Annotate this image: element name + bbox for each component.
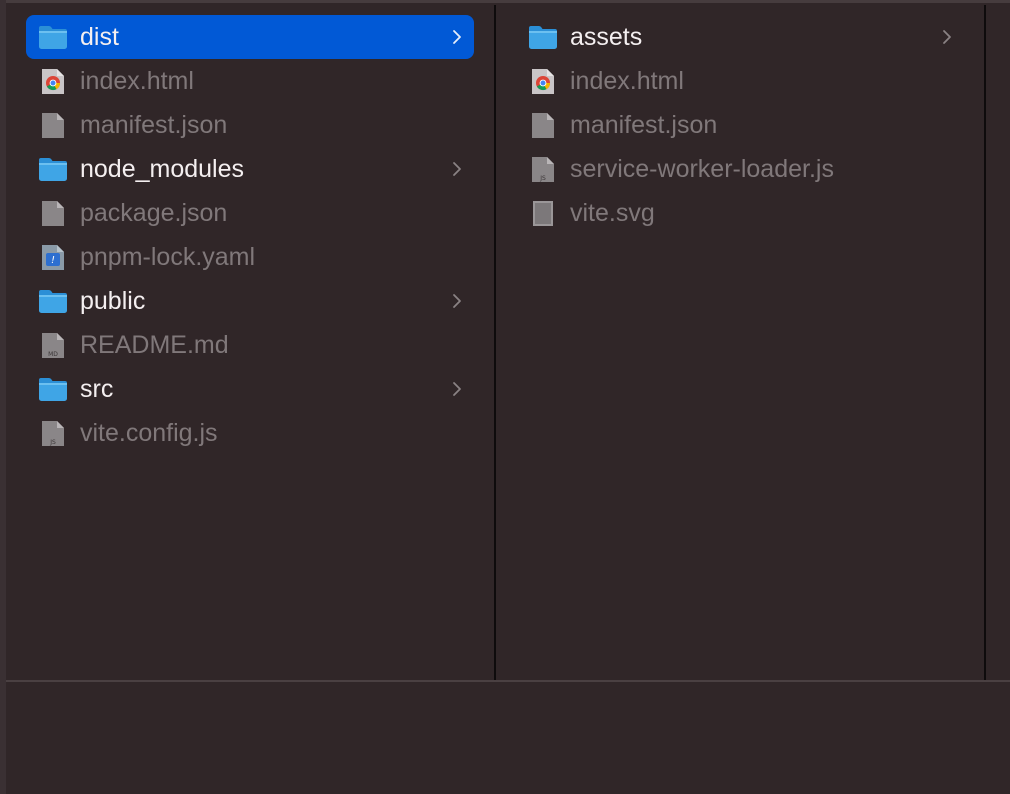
js-file-icon: JS bbox=[38, 419, 68, 447]
item-label: vite.svg bbox=[570, 199, 655, 227]
finder-column-view: dist index.html manifest.json node_modulesp… bbox=[0, 0, 1010, 794]
chrome-html-icon bbox=[38, 67, 68, 95]
folder-icon bbox=[38, 375, 68, 403]
folder-row-assets[interactable]: assets bbox=[516, 15, 964, 59]
item-label: pnpm-lock.yaml bbox=[80, 243, 256, 271]
column-divider[interactable] bbox=[494, 5, 496, 680]
chevron-right-icon[interactable] bbox=[450, 377, 464, 401]
svg-text:JS: JS bbox=[539, 175, 546, 182]
svg-text:JS: JS bbox=[49, 439, 56, 446]
folder-icon bbox=[38, 23, 68, 51]
file-row-vite-config-js[interactable]: JS vite.config.js bbox=[26, 411, 474, 455]
document-icon bbox=[38, 199, 68, 227]
document-icon bbox=[38, 111, 68, 139]
folder-row-public[interactable]: public bbox=[26, 279, 474, 323]
file-row-readme-md[interactable]: MD README.md bbox=[26, 323, 474, 367]
chevron-right-icon[interactable] bbox=[940, 25, 954, 49]
yaml-icon: ! bbox=[38, 243, 68, 271]
item-label: README.md bbox=[80, 331, 229, 359]
chrome-html-icon bbox=[528, 67, 558, 95]
top-divider bbox=[0, 0, 1010, 3]
folder-icon bbox=[38, 155, 68, 183]
markdown-icon: MD bbox=[38, 331, 68, 359]
column-dist[interactable]: assets index.html manifest.json JS service-w… bbox=[516, 15, 964, 235]
document-icon bbox=[528, 111, 558, 139]
left-edge bbox=[0, 0, 6, 794]
folder-icon bbox=[38, 287, 68, 315]
svg-text:!: ! bbox=[51, 255, 55, 266]
item-label: node_modules bbox=[80, 155, 245, 183]
file-row-manifest-json[interactable]: manifest.json bbox=[516, 103, 964, 147]
file-row-manifest-json[interactable]: manifest.json bbox=[26, 103, 474, 147]
item-label: service-worker-loader.js bbox=[570, 155, 834, 183]
folder-row-dist[interactable]: dist bbox=[26, 15, 474, 59]
item-label: dist bbox=[80, 23, 119, 51]
file-row-service-worker-loader-js[interactable]: JS service-worker-loader.js bbox=[516, 147, 964, 191]
item-label: public bbox=[80, 287, 146, 315]
column-divider[interactable] bbox=[984, 5, 986, 680]
chevron-right-icon[interactable] bbox=[450, 25, 464, 49]
file-row-index-html[interactable]: index.html bbox=[516, 59, 964, 103]
chevron-right-icon[interactable] bbox=[450, 289, 464, 313]
folder-row-src[interactable]: src bbox=[26, 367, 474, 411]
js-file-icon: JS bbox=[528, 155, 558, 183]
item-label: index.html bbox=[80, 67, 194, 95]
file-row-pnpm-lock-yaml[interactable]: ! pnpm-lock.yaml bbox=[26, 235, 474, 279]
folder-icon bbox=[528, 23, 558, 51]
item-label: index.html bbox=[570, 67, 684, 95]
item-label: package.json bbox=[80, 199, 228, 227]
file-row-package-json[interactable]: package.json bbox=[26, 191, 474, 235]
horizontal-divider bbox=[6, 680, 1010, 682]
file-row-vite-svg[interactable]: vite.svg bbox=[516, 191, 964, 235]
svg-text:MD: MD bbox=[48, 351, 58, 358]
svg-file-icon bbox=[528, 199, 558, 227]
column-project-root[interactable]: dist index.html manifest.json node_modulesp… bbox=[26, 15, 474, 455]
item-label: assets bbox=[570, 23, 643, 51]
item-label: manifest.json bbox=[80, 111, 228, 139]
folder-row-node-modules[interactable]: node_modules bbox=[26, 147, 474, 191]
item-label: manifest.json bbox=[570, 111, 718, 139]
chevron-right-icon[interactable] bbox=[450, 157, 464, 181]
file-row-index-html[interactable]: index.html bbox=[26, 59, 474, 103]
item-label: vite.config.js bbox=[80, 419, 218, 447]
item-label: src bbox=[80, 375, 114, 403]
